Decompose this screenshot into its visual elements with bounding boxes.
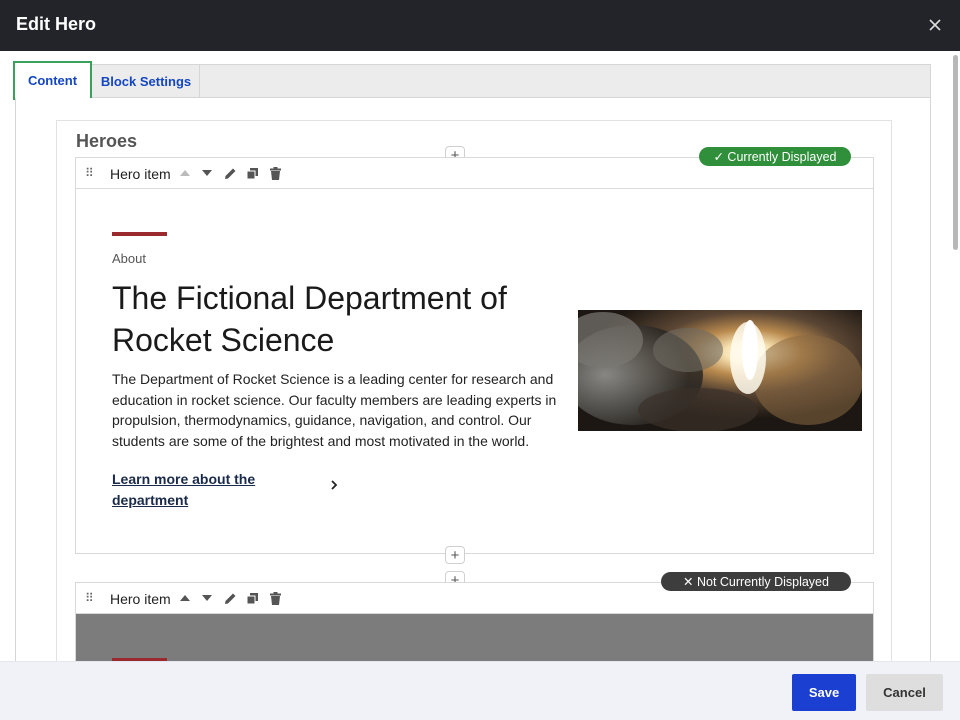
- pencil-icon: [224, 593, 235, 604]
- modal-title: Edit Hero: [16, 14, 97, 34]
- hero-eyebrow: About: [112, 251, 146, 266]
- modal-header: Edit Hero: [0, 0, 960, 51]
- heroes-field: Heroes + ⠿ Hero item ✓ Currently Display…: [56, 120, 892, 661]
- copy-icon: [246, 592, 258, 604]
- delete-button[interactable]: [267, 590, 283, 606]
- move-down-button[interactable]: [199, 590, 215, 606]
- status-badge-displayed: ✓ Currently Displayed: [699, 147, 851, 166]
- hero-link[interactable]: Learn more about the department: [112, 469, 282, 510]
- move-up-button[interactable]: [177, 590, 193, 606]
- caret-up-icon: [180, 595, 190, 601]
- modal-body: Content Block Settings Heroes + ⠿ Hero i…: [0, 51, 960, 661]
- close-button[interactable]: [924, 14, 946, 36]
- hero-item-label: Hero item: [110, 591, 171, 607]
- add-item-button-middle[interactable]: +: [445, 546, 465, 564]
- caret-up-icon: [180, 170, 190, 176]
- pencil-icon: [224, 168, 235, 179]
- caret-down-icon: [202, 170, 212, 176]
- cancel-button[interactable]: Cancel: [866, 674, 943, 711]
- edit-button[interactable]: [222, 165, 238, 181]
- drag-handle-icon[interactable]: ⠿: [85, 166, 94, 180]
- tab-content[interactable]: Content: [13, 61, 92, 100]
- caret-down-icon: [202, 595, 212, 601]
- accent-bar: [112, 232, 167, 236]
- hero-item: ⠿ Hero item: [75, 147, 874, 554]
- hero-preview: [76, 614, 873, 661]
- duplicate-button[interactable]: [244, 165, 260, 181]
- save-button[interactable]: Save: [792, 674, 856, 711]
- trash-icon: [269, 166, 281, 180]
- hero-preview: About The Fictional Department of Rocket…: [76, 189, 873, 553]
- status-badge-not-displayed: ✕ Not Currently Displayed: [661, 572, 851, 591]
- tab-bar: Content Block Settings: [13, 61, 931, 100]
- content-panel: Heroes + ⠿ Hero item ✓ Currently Display…: [15, 98, 931, 661]
- edit-button[interactable]: [222, 590, 238, 606]
- trash-icon: [269, 591, 281, 605]
- chevron-right-icon[interactable]: [328, 479, 340, 491]
- heroes-title: Heroes: [76, 131, 138, 151]
- rocket-launch-graphic: [578, 310, 862, 431]
- modal-footer: Save Cancel: [0, 661, 960, 720]
- hero-item: ⠿ Hero item: [75, 572, 874, 661]
- hero-item-toolbar: ⠿ Hero item: [76, 572, 873, 614]
- plus-icon: +: [450, 546, 460, 564]
- delete-button[interactable]: [267, 165, 283, 181]
- copy-icon: [246, 167, 258, 179]
- hero-item-label: Hero item: [110, 166, 171, 182]
- duplicate-button[interactable]: [244, 590, 260, 606]
- rocket-launch-image: [578, 310, 862, 431]
- scrollbar[interactable]: [952, 51, 960, 661]
- tab-block-settings[interactable]: Block Settings: [93, 65, 200, 97]
- drag-handle-icon[interactable]: ⠿: [85, 591, 94, 605]
- close-icon: [929, 19, 941, 31]
- hero-description: The Department of Rocket Science is a le…: [112, 371, 557, 449]
- scrollbar-thumb[interactable]: [953, 55, 958, 250]
- hero-heading: The Fictional Department of Rocket Scien…: [112, 280, 507, 358]
- hero-item-toolbar: ⠿ Hero item: [76, 147, 873, 189]
- move-down-button[interactable]: [199, 165, 215, 181]
- move-up-button[interactable]: [177, 165, 193, 181]
